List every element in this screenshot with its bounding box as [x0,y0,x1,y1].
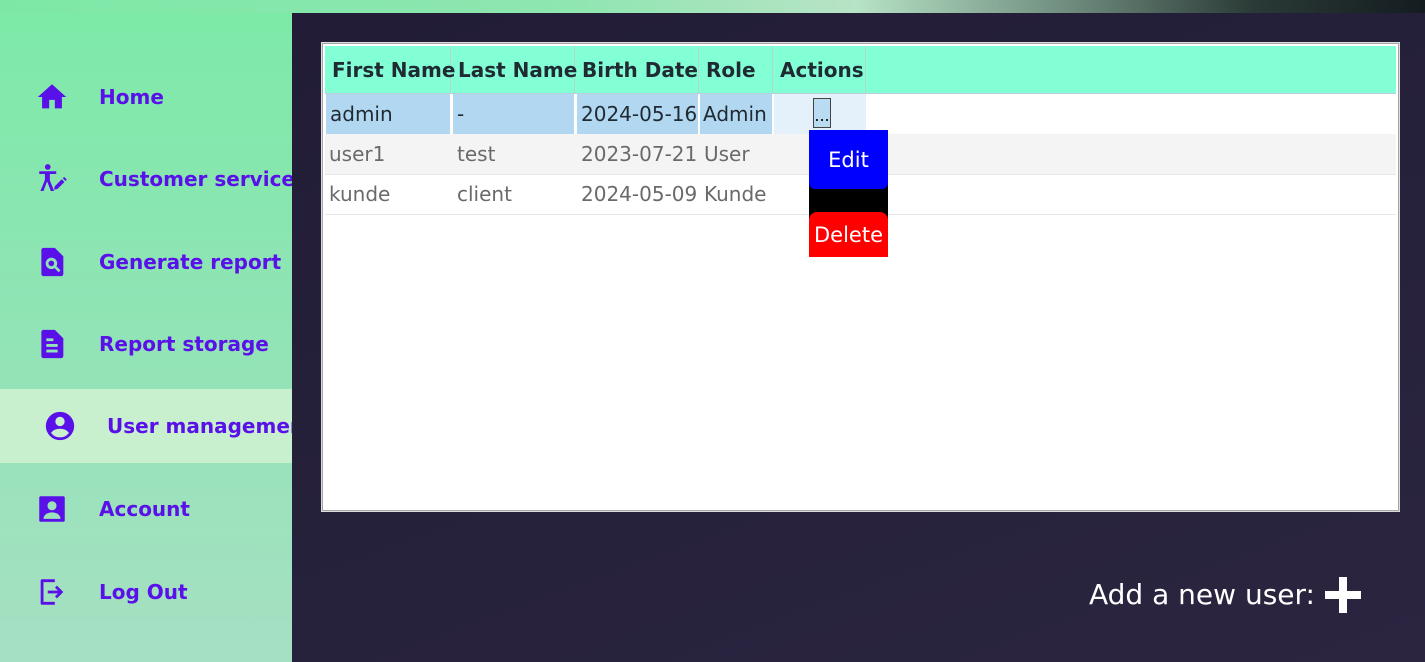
sidebar-item-generate-report[interactable]: Generate report [0,225,292,299]
cell-birth-date: 2024-05-16 [577,94,698,134]
accessibility-edit-icon [34,161,70,197]
account-box-icon [34,491,70,527]
sidebar-item-account[interactable]: Account [0,472,292,546]
cell-first-name: admin [326,94,450,134]
row-actions-popup: Edit Delete [809,130,888,257]
add-user-label: Add a new user: [1089,578,1315,611]
home-icon [34,79,70,115]
sidebar-item-report-storage[interactable]: Report storage [0,307,292,381]
sidebar-item-label: Customer service [99,167,295,191]
sidebar-item-customer-service[interactable]: Customer service [0,142,295,216]
logout-icon [34,574,70,610]
cell-last-name: client [457,182,512,206]
cell-first-name: kunde [329,182,391,206]
cell-birth-date: 2024-05-09 [581,182,698,206]
sidebar-item-label: Account [99,497,190,521]
sidebar-item-label: Report storage [99,332,269,356]
sidebar-item-home[interactable]: Home [0,60,292,134]
cell-role: Kunde [704,182,767,206]
add-user-button[interactable] [1322,574,1364,616]
sidebar-item-label: Generate report [99,250,282,274]
cell-role: User [704,142,750,166]
table-row[interactable]: admin - 2024-05-16 Admin ... [325,94,1396,135]
sidebar-item-log-out[interactable]: Log Out [0,555,292,629]
edit-button[interactable]: Edit [809,130,888,189]
column-header-role[interactable]: Role [699,46,773,93]
column-header-birth-date[interactable]: Birth Date [575,46,699,93]
document-icon [34,326,70,362]
column-header-first-name[interactable]: First Name [325,46,455,93]
user-circle-icon [42,408,78,444]
plus-icon [1325,577,1361,613]
window-top-gradient [0,0,1425,13]
row-actions-button[interactable]: ... [813,98,831,128]
column-header-last-name[interactable]: Last Name [451,46,577,93]
cell-first-name: user1 [329,142,386,166]
sidebar-item-label: Log Out [99,580,188,604]
cell-role: Admin [700,94,772,134]
users-table[interactable]: First Name Last Name Birth Date Role Act… [322,43,1399,511]
sidebar-item-user-management[interactable]: User management [0,389,314,463]
file-search-icon [34,244,70,280]
table-header: First Name Last Name Birth Date Role Act… [325,46,1396,94]
cell-last-name: test [457,142,496,166]
sidebar: Home Customer service Generate report Re… [0,13,314,662]
cell-birth-date: 2023-07-21 [581,142,698,166]
column-header-actions[interactable]: Actions [773,46,866,93]
delete-button[interactable]: Delete [809,212,888,257]
sidebar-item-label: User management [107,414,314,438]
sidebar-item-label: Home [99,85,164,109]
cell-last-name: - [453,94,574,134]
